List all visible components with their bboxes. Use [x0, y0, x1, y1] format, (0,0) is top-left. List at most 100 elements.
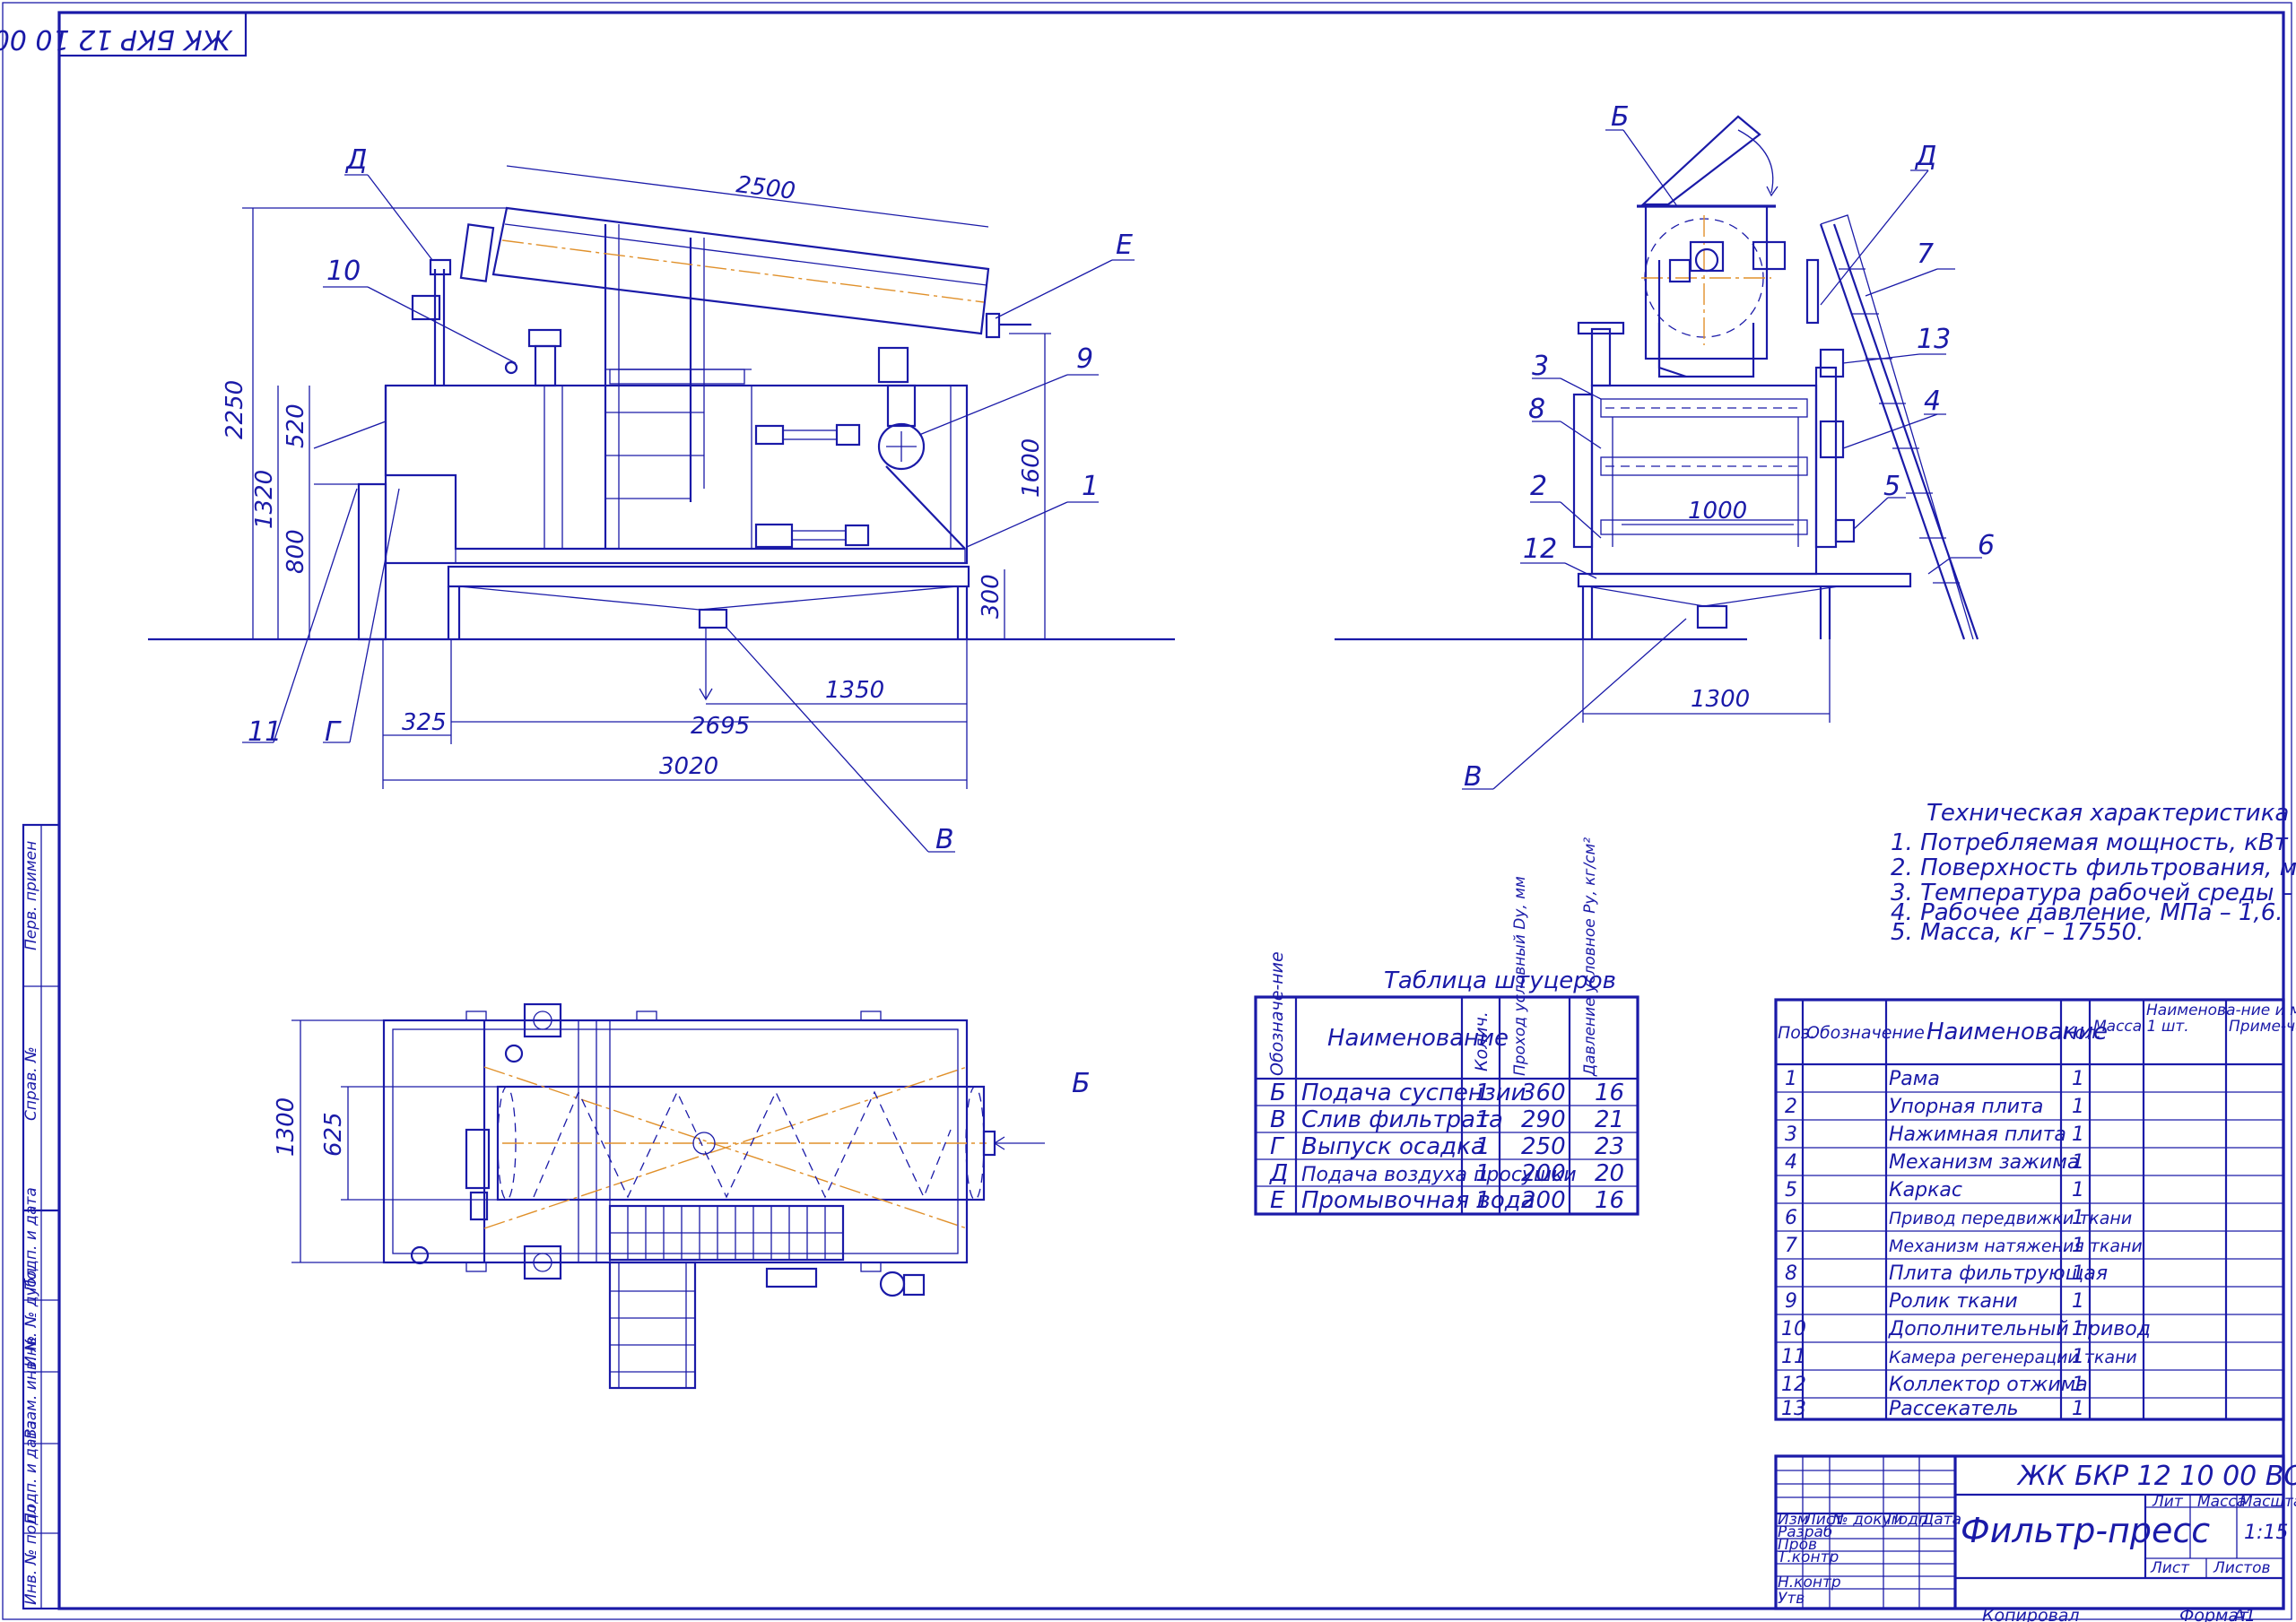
parts-r1-pos: 1: [1785, 1068, 1797, 1090]
front-callout-10: 10: [326, 256, 361, 287]
nozzle-r4-c4: 200: [1521, 1160, 1566, 1187]
title-role-approver: Утв: [1778, 1590, 1805, 1608]
parts-r8-qty: 1: [2072, 1262, 2084, 1285]
title-hdr-date: Дата: [1921, 1511, 1961, 1529]
front-dim-2695: 2695: [691, 713, 750, 740]
margin-label-first-use: Перв. примен: [22, 841, 40, 950]
front-callout-1: 1: [1082, 471, 1099, 502]
parts-r11-name: Камера регенерации ткани: [1889, 1348, 2137, 1367]
front-dim-300: 300: [978, 574, 1004, 619]
parts-r7-name: Механизм натяжения ткани: [1889, 1236, 2143, 1256]
tech-specs-title: Техническая характеристика: [1926, 800, 2289, 827]
parts-r10-name: Дополнительный привод: [1888, 1318, 2151, 1340]
parts-header-material: Наименова-ние и марка материала: [2146, 1002, 2296, 1019]
title-scale-value: 1:15: [2244, 1522, 2288, 1544]
parts-r5-name: Каркас: [1889, 1179, 1962, 1201]
nozzle-r5-c3: 1: [1475, 1187, 1491, 1214]
nozzle-r3-c1: Г: [1270, 1133, 1285, 1160]
nozzle-r4-c1: Д: [1269, 1160, 1288, 1187]
side-press-body: [1590, 384, 1818, 576]
parts-r13-qty: 1: [2072, 1398, 2084, 1420]
parts-r12-pos: 12: [1781, 1374, 1806, 1396]
tech-spec-2: 2. Поверхность фильтрования, м² – 32.: [1891, 854, 2296, 881]
parts-r1-name: Рама: [1889, 1068, 1940, 1090]
front-dim-800: 800: [283, 529, 309, 574]
parts-r3-pos: 3: [1785, 1123, 1797, 1146]
parts-r9-qty: 1: [2072, 1290, 2084, 1313]
nozzle-r2-c4: 290: [1521, 1106, 1566, 1133]
front-callout-E: Е: [1116, 230, 1133, 261]
nozzle-r3-c3: 1: [1475, 1133, 1491, 1160]
parts-r11-qty: 1: [2072, 1346, 2084, 1368]
parts-r6-pos: 6: [1785, 1207, 1797, 1229]
title-block: ЖК БКР 12 10 00 ВО Фильтр-пресс Лит Масс…: [1774, 1454, 2296, 1610]
nozzle-table: Таблица штуцеров Обозначе-ние Наименован…: [1254, 837, 1639, 1216]
front-callout-V: В: [935, 824, 954, 855]
title-hdr-lit: Лит: [2152, 1493, 2184, 1511]
front-dim-2250: 2250: [222, 380, 248, 439]
parts-r2-qty: 1: [2072, 1096, 2084, 1118]
parts-r6-name: Привод передвижки ткани: [1889, 1209, 2132, 1228]
parts-r8-pos: 8: [1785, 1262, 1797, 1285]
copied-label: Копировал: [1982, 1606, 2080, 1622]
side-callout-D: Д: [1914, 141, 1936, 172]
parts-header-designation: Обозначение: [1806, 1023, 1925, 1043]
parts-r2-name: Упорная плита: [1889, 1096, 2043, 1118]
nozzle-r2-c1: В: [1270, 1106, 1286, 1133]
plan-frame: [382, 1019, 969, 1264]
nozzle-header-pn: Давление условное Ру, кг/см²: [1581, 837, 1599, 1077]
parts-list: Поз. Обозначение Наименование Кол. Масса…: [1774, 998, 2296, 1421]
side-callout-12: 12: [1523, 533, 1557, 565]
nozzle-r1-c3: 1: [1475, 1080, 1491, 1106]
parts-r2-pos: 2: [1785, 1096, 1797, 1118]
front-callout-9: 9: [1076, 343, 1093, 375]
nozzle-header-dn: Проход условный Dу, мм: [1511, 876, 1529, 1076]
front-dim-1600: 1600: [1018, 438, 1045, 498]
parts-r12-qty: 1: [2072, 1374, 2084, 1396]
front-dim-520: 520: [283, 403, 309, 448]
title-role-ncontrol: Н.контр: [1778, 1574, 1841, 1592]
front-dim-3020: 3020: [659, 753, 718, 780]
parts-r4-name: Механизм зажима: [1889, 1151, 2079, 1174]
side-callout-7: 7: [1917, 239, 1934, 270]
format-value: А1: [2231, 1606, 2256, 1622]
title-block-title: Фильтр-пресс: [1961, 1511, 2210, 1550]
title-hdr-sheet: Лист: [2150, 1559, 2190, 1577]
side-callout-8: 8: [1528, 394, 1545, 425]
rotated-code-box: ЖК БКР 12 10 00 ВО: [0, 11, 248, 57]
title-hdr-sheets: Листов: [2213, 1559, 2271, 1577]
parts-r4-pos: 4: [1785, 1151, 1797, 1174]
front-base-beam: [447, 565, 970, 588]
front-view: 2500 2250 1320 520 800 1600 300 325 1350…: [148, 144, 1175, 855]
parts-r3-name: Нажимная плита: [1889, 1123, 2066, 1146]
side-callout-V: В: [1464, 761, 1483, 793]
nozzle-r4-c5: 20: [1595, 1160, 1624, 1187]
tech-spec-1: 1. Потребляемая мощность, кВт – 9,3.: [1891, 829, 2296, 856]
side-callout-2: 2: [1530, 471, 1547, 502]
parts-r10-pos: 10: [1781, 1318, 1806, 1340]
rotated-drawing-code: ЖК БКР 12 10 00 ВО: [0, 23, 233, 55]
tech-specs: Техническая характеристика 1. Потребляем…: [1891, 800, 2296, 946]
nozzle-r2-c2: Слив фильтрата: [1301, 1106, 1503, 1133]
title-hdr-scale: Масштаб: [2239, 1493, 2296, 1511]
parts-r13-pos: 13: [1781, 1398, 1806, 1420]
parts-r4-qty: 1: [2072, 1151, 2084, 1174]
parts-r9-pos: 9: [1785, 1290, 1797, 1313]
side-callout-6: 6: [1978, 530, 1995, 561]
nozzle-r3-c4: 250: [1521, 1133, 1566, 1160]
side-dim-1300: 1300: [1691, 686, 1750, 713]
side-callout-4: 4: [1924, 386, 1941, 417]
title-block-drawing-code: ЖК БКР 12 10 00 ВО: [2016, 1461, 2296, 1492]
side-callout-13: 13: [1917, 324, 1951, 355]
nozzle-header-qty: Колич.: [1472, 1011, 1492, 1071]
plan-dim-625: 625: [320, 1112, 347, 1157]
side-dim-1000: 1000: [1688, 498, 1747, 525]
nozzle-r1-c4: 360: [1521, 1080, 1566, 1106]
side-callout-B: Б: [1611, 101, 1630, 133]
margin-label-ref-no: Справ. №: [22, 1046, 40, 1121]
tech-spec-5: 5. Масса, кг – 17550.: [1891, 919, 2144, 946]
side-callout-5: 5: [1883, 471, 1900, 502]
front-dim-1320: 1320: [251, 470, 278, 529]
drawing-sheet: ЖК БКР 12 10 00 ВО Перв. примен Справ. №…: [0, 2, 2296, 1622]
side-margin-stamp: Перв. примен Справ. № Подп. и дата Инв. …: [22, 823, 61, 1610]
